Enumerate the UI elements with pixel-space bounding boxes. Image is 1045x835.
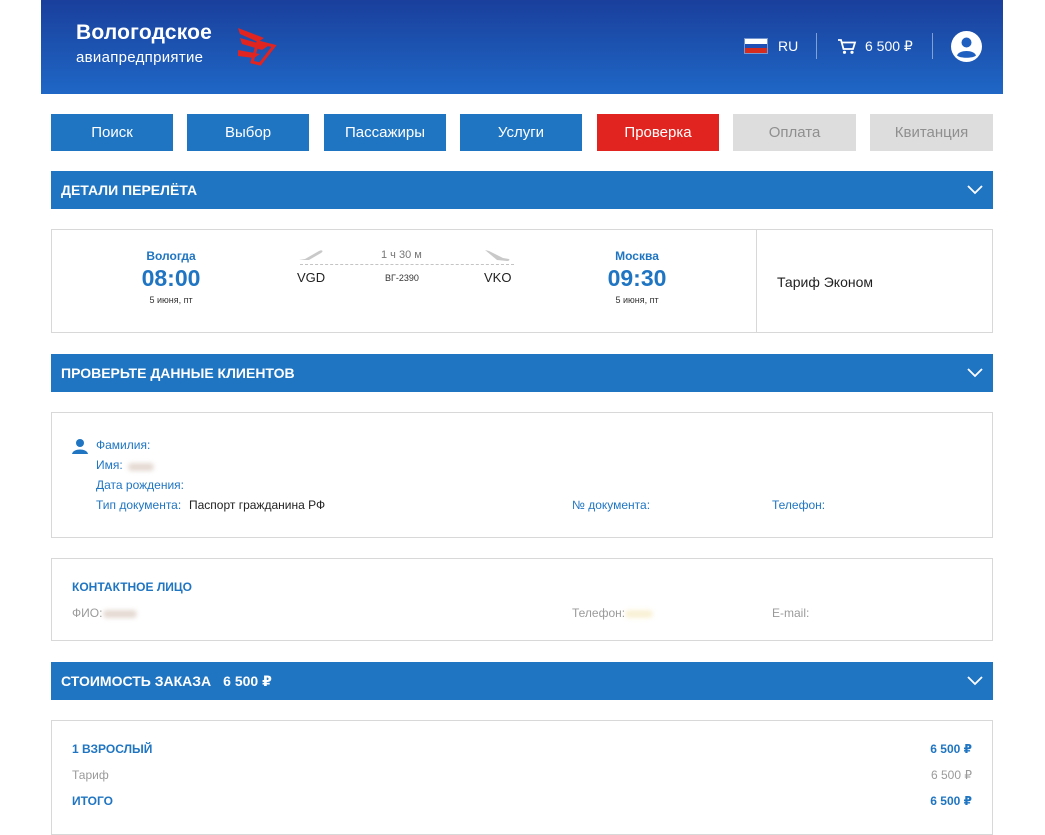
name-label: Имя: <box>96 458 123 472</box>
phone-label: Телефон: <box>772 498 826 512</box>
flight-details-card: Вологда 08:00 5 июня, пт 1 ч 30 м VGD ВГ… <box>51 229 993 333</box>
total-label: ИТОГО <box>72 794 113 808</box>
section-title: ПРОВЕРЬТЕ ДАННЫЕ КЛИЕНТОВ <box>61 365 295 381</box>
route-line <box>300 264 514 265</box>
user-account-icon[interactable] <box>951 31 982 62</box>
surname-label: Фамилия: <box>96 438 151 452</box>
redacted-value <box>103 610 137 618</box>
arrival-code: VKO <box>484 270 512 285</box>
flight-number: ВГ-2390 <box>385 273 419 283</box>
landing-icon <box>485 250 510 261</box>
clients-header[interactable]: ПРОВЕРЬТЕ ДАННЫЕ КЛИЕНТОВ <box>51 354 993 392</box>
chevron-down-icon[interactable] <box>967 183 983 197</box>
document-type-label: Тип документа: <box>96 498 182 512</box>
order-cost-card: 1 ВЗРОСЛЫЙ 6 500 ₽ Тариф 6 500 ₽ ИТОГО 6… <box>51 720 993 835</box>
card-divider <box>756 230 757 332</box>
passenger-card: Фамилия: Имя: Дата рождения: Тип докумен… <box>51 412 993 538</box>
site-header: Вологодское авиапредприятие RU 6 500 ₽ <box>41 0 1003 94</box>
redacted-value <box>128 463 154 471</box>
takeoff-icon <box>299 250 323 260</box>
document-number-label: № документа: <box>572 498 651 512</box>
passenger-price: 6 500 ₽ <box>930 742 972 756</box>
header-divider <box>932 33 933 59</box>
chevron-down-icon[interactable] <box>967 674 983 688</box>
cart-button[interactable]: 6 500 ₽ <box>837 36 913 56</box>
logo-title[interactable]: Вологодское <box>76 21 212 45</box>
section-title: ДЕТАЛИ ПЕРЕЛЁТА <box>61 182 198 198</box>
chevron-down-icon[interactable] <box>967 366 983 380</box>
arrival-time: 09:30 <box>607 265 667 291</box>
step-select[interactable]: Выбор <box>187 114 309 151</box>
passenger-icon <box>72 439 88 454</box>
tariff-price: 6 500 ₽ <box>931 768 972 782</box>
step-passengers[interactable]: Пассажиры <box>324 114 446 151</box>
total-price: 6 500 ₽ <box>930 794 972 808</box>
language-label: RU <box>778 38 799 54</box>
cart-icon <box>838 38 857 54</box>
step-review[interactable]: Проверка <box>597 114 719 151</box>
order-cost-header[interactable]: СТОИМОСТЬ ЗАКАЗА 6 500 ₽ <box>51 662 993 700</box>
flight-details-header[interactable]: ДЕТАЛИ ПЕРЕЛЁТА <box>51 171 993 209</box>
contact-phone-label: Телефон: <box>572 606 626 620</box>
step-search[interactable]: Поиск <box>51 114 173 151</box>
tariff-name: Тариф Эконом <box>777 274 873 290</box>
arrival-date: 5 июня, пт <box>615 295 659 305</box>
departure-code: VGD <box>297 270 326 285</box>
birth-date-label: Дата рождения: <box>96 478 184 492</box>
logo-subtitle[interactable]: авиапредприятие <box>76 49 203 66</box>
step-receipt: Квитанция <box>870 114 993 151</box>
redacted-value <box>625 610 653 618</box>
order-total: 6 500 ₽ <box>223 672 272 689</box>
language-selector[interactable]: RU <box>744 36 798 56</box>
header-divider <box>816 33 817 59</box>
contact-title: КОНТАКТНОЕ ЛИЦО <box>72 580 192 594</box>
contact-name-label: ФИО: <box>72 606 103 620</box>
contact-card: КОНТАКТНОЕ ЛИЦО ФИО: Телефон: E-mail: <box>51 558 993 641</box>
departure-city: Вологда <box>146 249 196 263</box>
flight-duration: 1 ч 30 м <box>381 249 422 261</box>
contact-email-label: E-mail: <box>772 606 810 620</box>
section-title: СТОИМОСТЬ ЗАКАЗА <box>61 673 212 689</box>
departure-time: 08:00 <box>141 265 201 291</box>
tariff-label: Тариф <box>72 768 109 782</box>
passenger-count: 1 ВЗРОСЛЫЙ <box>72 742 153 756</box>
step-services[interactable]: Услуги <box>460 114 582 151</box>
logo-wing-icon[interactable] <box>234 24 278 68</box>
document-type-value: Паспорт гражданина РФ <box>189 498 326 512</box>
russia-flag-icon <box>744 38 768 54</box>
arrival-city: Москва <box>615 249 659 263</box>
cart-total: 6 500 ₽ <box>865 37 913 54</box>
departure-date: 5 июня, пт <box>149 295 193 305</box>
step-payment: Оплата <box>733 114 856 151</box>
